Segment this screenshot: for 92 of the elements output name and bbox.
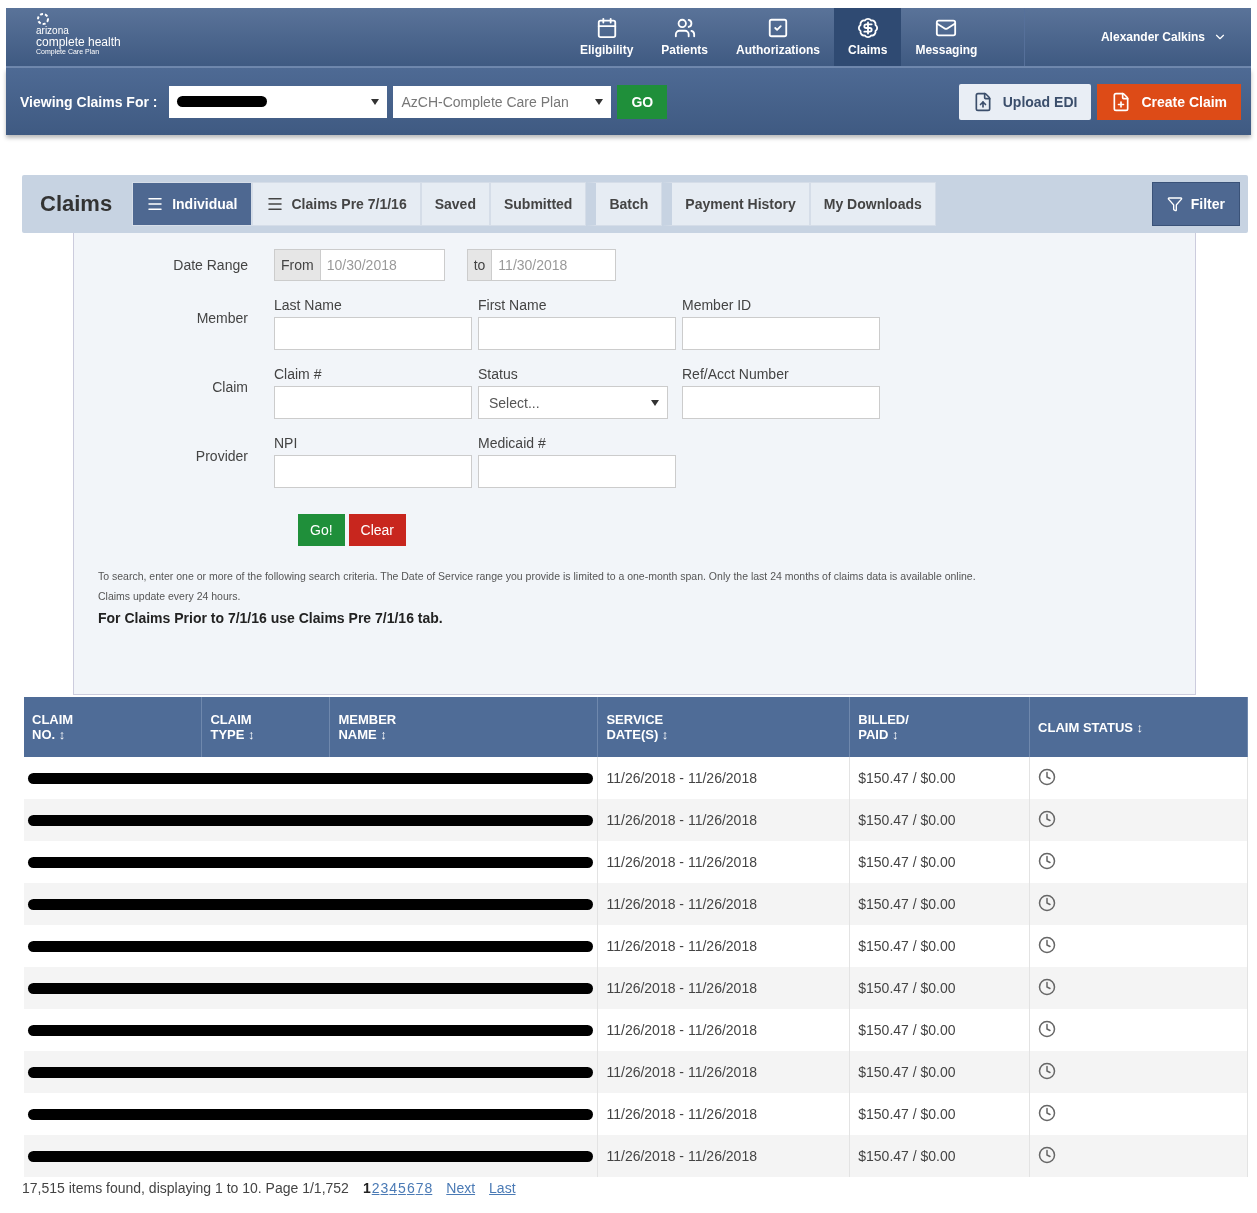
- checkbox-icon: [767, 17, 790, 39]
- upload-edi-button[interactable]: Upload EDI: [958, 83, 1092, 120]
- page-link[interactable]: 2: [371, 1180, 380, 1196]
- input-field[interactable]: [478, 317, 676, 350]
- status-select[interactable]: Select...: [478, 386, 668, 419]
- plan-select[interactable]: AzCH-Complete Care Plan: [393, 85, 612, 118]
- page-link[interactable]: 4: [389, 1180, 398, 1196]
- page-link[interactable]: 6: [406, 1180, 415, 1196]
- view-tab[interactable]: Batch: [586, 182, 663, 226]
- search-note: To search, enter one or more of the following search criteria. The Date of Service range you provide is limited to a one-month span. Only the last 24 months of claims data is available online.: [98, 570, 977, 582]
- page-link[interactable]: 5: [398, 1180, 406, 1196]
- input-field[interactable]: [274, 317, 472, 350]
- field-label: Claim #: [274, 366, 323, 382]
- clock-icon: [1038, 893, 1057, 912]
- input-field[interactable]: [274, 386, 472, 419]
- menu-icon: [146, 195, 165, 213]
- clock-icon: [1038, 809, 1057, 828]
- field-label: Provider: [194, 448, 249, 466]
- clock-icon: [1038, 935, 1057, 954]
- logo-icon: [36, 12, 50, 26]
- input-field[interactable]: [274, 455, 472, 488]
- page-link[interactable]: 3: [380, 1180, 389, 1196]
- last-link[interactable]: Last: [489, 1180, 516, 1196]
- column-header[interactable]: CLAIM STATUS ↕: [1029, 697, 1248, 757]
- go-button[interactable]: Go!: [298, 514, 345, 546]
- column-header[interactable]: SERVICE DATE(S) ↕: [597, 697, 850, 757]
- column-header[interactable]: CLAIM NO. ↕: [24, 697, 202, 757]
- field-label: Medicaid #: [478, 435, 547, 451]
- caret-icon: [651, 399, 659, 406]
- view-tab[interactable]: Individual: [132, 182, 252, 226]
- clock-icon: [1038, 977, 1057, 996]
- field-label: Ref/Acct Number: [682, 366, 790, 382]
- table-cell: $150.47 / $0.00: [849, 1135, 1030, 1177]
- provider-select[interactable]: [169, 85, 388, 118]
- clear-button[interactable]: Clear: [348, 514, 407, 546]
- filter-button[interactable]: Filter: [1151, 182, 1240, 226]
- clock-icon: [1038, 1145, 1057, 1164]
- field-label: Status: [478, 366, 519, 382]
- create-claim-button[interactable]: Create Claim: [1097, 83, 1241, 120]
- update-note: Claims update every 24 hours.: [98, 590, 242, 602]
- field-label: NPI: [274, 435, 299, 451]
- clock-icon: [1038, 1061, 1057, 1080]
- field-label: Member ID: [682, 297, 753, 313]
- field-label: Date Range: [172, 257, 249, 273]
- page-link[interactable]: 1: [362, 1180, 371, 1196]
- to-date-field[interactable]: 11/30/2018: [492, 249, 617, 281]
- nav-tab[interactable]: Eligibility: [566, 8, 648, 66]
- to-label: to: [466, 249, 493, 281]
- viewing-label: Viewing Claims For :: [20, 93, 158, 110]
- view-tab[interactable]: Payment History: [662, 182, 810, 226]
- page-link[interactable]: 8: [424, 1180, 433, 1196]
- input-field[interactable]: [682, 317, 880, 350]
- column-header[interactable]: BILLED/ PAID ↕: [849, 697, 1030, 757]
- menu-icon: [265, 195, 284, 213]
- column-header[interactable]: CLAIM TYPE ↕: [202, 697, 330, 757]
- nav-tab[interactable]: Messaging: [901, 8, 992, 66]
- caret-icon: [371, 98, 380, 105]
- column-header[interactable]: MEMBER NAME ↕: [329, 697, 598, 757]
- go-button[interactable]: GO: [617, 84, 668, 119]
- input-field[interactable]: [682, 386, 880, 419]
- calendar-icon: [595, 17, 618, 39]
- pre-claims-note: For Claims Prior to 7/1/16 use Claims Pre 7/1/16 tab.: [98, 610, 444, 626]
- field-label: Last Name: [274, 297, 343, 313]
- field-label: Member: [195, 310, 249, 328]
- from-label: From: [274, 249, 321, 281]
- view-tab[interactable]: Saved: [420, 182, 490, 226]
- input-field[interactable]: [478, 455, 676, 488]
- caret-icon: [595, 98, 604, 105]
- envelope-icon: [935, 17, 958, 39]
- page-title: Claims: [40, 191, 113, 217]
- table-cell: 11/26/2018 - 11/26/2018: [597, 1135, 850, 1177]
- view-tab[interactable]: Submitted: [489, 182, 587, 226]
- dollar-icon: [856, 17, 879, 39]
- user-menu[interactable]: Alexander Calkins: [1023, 8, 1251, 66]
- view-tab[interactable]: My Downloads: [809, 182, 936, 226]
- clock-icon: [1038, 851, 1057, 870]
- results-summary: 17,515 items found, displaying 1 to 10. Page 1/1,752: [22, 1180, 349, 1196]
- users-icon: [673, 17, 696, 39]
- field-label: First Name: [478, 297, 548, 313]
- next-link[interactable]: Next: [446, 1180, 476, 1196]
- nav-tab[interactable]: Claims: [834, 8, 902, 66]
- page-link[interactable]: 7: [415, 1180, 424, 1196]
- file-plus-icon: [1111, 91, 1132, 112]
- nav-tab[interactable]: Authorizations: [722, 8, 835, 66]
- from-date-field[interactable]: 10/30/2018: [320, 249, 445, 281]
- clock-icon: [1038, 1103, 1057, 1122]
- clock-icon: [1038, 767, 1057, 786]
- filter-icon: [1166, 196, 1183, 212]
- clock-icon: [1038, 1019, 1057, 1038]
- nav-tab[interactable]: Patients: [647, 8, 723, 66]
- view-tab[interactable]: Claims Pre 7/1/16: [251, 182, 421, 226]
- field-label: Claim: [211, 379, 249, 397]
